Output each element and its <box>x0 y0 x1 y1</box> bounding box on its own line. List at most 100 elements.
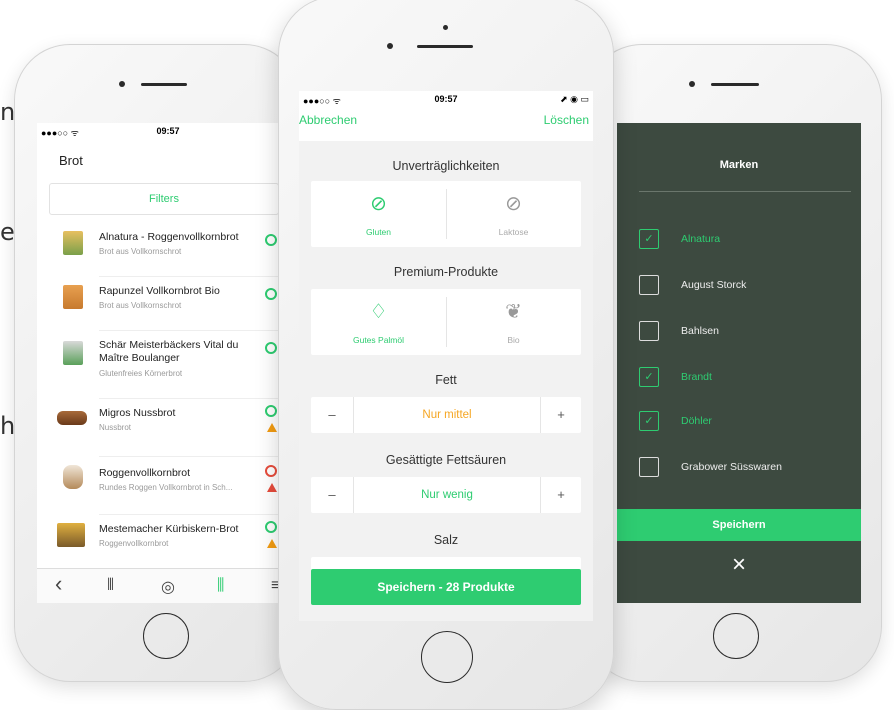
product-subtitle: Nussbrot <box>99 423 132 432</box>
checkbox[interactable] <box>639 321 659 341</box>
product-image <box>57 411 87 425</box>
sensor <box>387 43 393 49</box>
section-heading: Premium-Produkte <box>393 265 499 279</box>
brand-option[interactable]: ✓ Döhler <box>639 411 861 435</box>
save-button[interactable]: Speichern <box>617 509 861 541</box>
saturated-fat-stepper: – Nur wenig + <box>311 477 581 513</box>
fat-stepper: – Nur mittel + <box>311 397 581 433</box>
increment-button[interactable]: + <box>540 397 581 433</box>
leaf-icon: ❦ <box>505 301 522 323</box>
brand-option[interactable]: ✓ Alnatura <box>639 229 861 253</box>
checkbox[interactable] <box>639 275 659 295</box>
lactose-icon: ⊘ <box>505 193 522 215</box>
score-ring-icon <box>265 342 277 354</box>
right-phone: Marken ✓ Alnatura August Storck Bahlsen … <box>586 44 882 682</box>
status-bar: ●●●○○ ᯤ 09:57 ⬈ ◉ ▭ <box>299 91 593 107</box>
decrement-button[interactable]: – <box>311 397 354 433</box>
center-screen: ●●●○○ ᯤ 09:57 ⬈ ◉ ▭ Abbrechen Löschen Un… <box>299 91 593 621</box>
filters-button[interactable]: Filters <box>49 183 279 215</box>
save-button[interactable]: Speichern - 28 Produkte <box>311 569 581 605</box>
list-item[interactable]: Alnatura - Roggenvollkornbrot Brot aus V… <box>37 227 299 277</box>
section-heading: Unverträglichkeiten <box>392 159 500 173</box>
home-button[interactable] <box>713 613 759 659</box>
front-camera <box>443 25 448 30</box>
product-image <box>57 523 85 547</box>
product-subtitle: Rundes Roggen Vollkornbrot in Sch... <box>99 483 233 492</box>
front-camera <box>119 81 125 87</box>
brands-panel: Marken ✓ Alnatura August Storck Bahlsen … <box>617 123 861 603</box>
speaker-grille <box>417 45 473 48</box>
premium-card: ♢ Gutes Palmöl ❦ Bio <box>311 289 581 355</box>
product-name: Migros Nussbrot <box>99 407 176 419</box>
right-screen: Marken ✓ Alnatura August Storck Bahlsen … <box>617 123 861 603</box>
home-button[interactable] <box>421 631 473 683</box>
product-name: Rapunzel Vollkornbrot Bio <box>99 285 220 297</box>
close-icon[interactable]: × <box>617 551 861 579</box>
product-image <box>63 285 83 309</box>
gluten-icon: ⊘ <box>370 193 387 215</box>
list-item[interactable]: Rapunzel Vollkornbrot Bio Brot aus Vollk… <box>37 281 299 331</box>
list-item[interactable]: Roggenvollkornbrot Rundes Roggen Vollkor… <box>37 461 299 515</box>
stepper-value: Nur wenig <box>421 489 473 501</box>
score-ring-icon <box>265 521 277 533</box>
score-ring-icon <box>265 405 277 417</box>
status-bar: ●●●○○ ᯤ 09:57 ⬈ <box>37 123 299 139</box>
product-image <box>63 231 83 255</box>
product-image <box>63 341 83 365</box>
brand-label: Grabower Süsswaren <box>681 461 782 473</box>
back-icon[interactable]: ‹ <box>55 571 62 597</box>
filter-body: Unverträglichkeiten ⊘ Gluten ⊘ Laktose P… <box>299 141 593 621</box>
option-palm-oil[interactable]: ♢ Gutes Palmöl <box>311 289 446 355</box>
cancel-button[interactable]: Abbrechen <box>299 113 357 127</box>
list-item[interactable]: Schär Meisterbäckers Vital du Maître Bou… <box>37 335 299 399</box>
option-lactose[interactable]: ⊘ Laktose <box>446 181 581 247</box>
divider <box>99 398 299 399</box>
brand-option[interactable]: Bahlsen <box>639 321 861 345</box>
product-image <box>63 465 83 489</box>
warning-icon <box>267 423 277 432</box>
checkbox[interactable]: ✓ <box>639 367 659 387</box>
left-screen: ●●●○○ ᯤ 09:57 ⬈ Brot Filters Alnatura - … <box>37 123 299 603</box>
scan-icon[interactable]: ◎ <box>161 577 175 597</box>
delete-button[interactable]: Löschen <box>544 113 589 127</box>
product-subtitle: Brot aus Vollkornschrot <box>99 247 182 256</box>
left-phone: ●●●○○ ᯤ 09:57 ⬈ Brot Filters Alnatura - … <box>14 44 300 682</box>
divider <box>99 514 299 515</box>
list-item[interactable]: Mestemacher Kürbiskern-Brot Roggenvollko… <box>37 519 299 569</box>
brand-label: Bahlsen <box>681 325 719 337</box>
background-text-fragment: n <box>0 98 16 126</box>
decrement-button[interactable]: – <box>311 477 354 513</box>
brand-option[interactable]: Grabower Süsswaren <box>639 457 861 481</box>
brand-option[interactable]: ✓ Brandt <box>639 367 861 391</box>
checkbox[interactable] <box>639 457 659 477</box>
shelf-icon[interactable]: ⫼ <box>217 577 224 595</box>
option-gluten[interactable]: ⊘ Gluten <box>311 181 446 247</box>
center-phone: ●●●○○ ᯤ 09:57 ⬈ ◉ ▭ Abbrechen Löschen Un… <box>278 0 614 710</box>
product-subtitle: Glutenfreies Körnerbrot <box>99 369 183 378</box>
panel-title: Marken <box>719 159 759 171</box>
battery-icon: ⬈ ◉ ▭ <box>560 94 589 104</box>
option-bio[interactable]: ❦ Bio <box>446 289 581 355</box>
product-name: Roggenvollkornbrot <box>99 467 191 479</box>
home-button[interactable] <box>143 613 189 659</box>
product-subtitle: Roggenvollkornbrot <box>99 539 169 548</box>
section-heading: Salz <box>433 533 459 547</box>
section-heading: Gesättigte Fettsäuren <box>385 453 507 467</box>
page-title: Brot <box>59 153 83 168</box>
product-name: Schär Meisterbäckers Vital du Maître Bou… <box>99 339 239 364</box>
checkbox[interactable]: ✓ <box>639 229 659 249</box>
brand-option[interactable]: August Storck <box>639 275 861 299</box>
brand-label: August Storck <box>681 279 747 291</box>
speaker-grille <box>141 83 187 86</box>
list-item[interactable]: Migros Nussbrot Nussbrot <box>37 403 299 457</box>
clock: 09:57 <box>156 126 180 136</box>
increment-button[interactable]: + <box>540 477 581 513</box>
barcode-search-icon[interactable]: ⦀ <box>107 577 114 595</box>
option-label: Bio <box>507 335 520 345</box>
checkbox[interactable]: ✓ <box>639 411 659 431</box>
score-ring-icon <box>265 465 277 477</box>
product-subtitle: Brot aus Vollkornschrot <box>99 301 182 310</box>
product-name: Alnatura - Roggenvollkornbrot <box>99 231 239 243</box>
divider <box>99 276 299 277</box>
score-ring-icon <box>265 288 277 300</box>
